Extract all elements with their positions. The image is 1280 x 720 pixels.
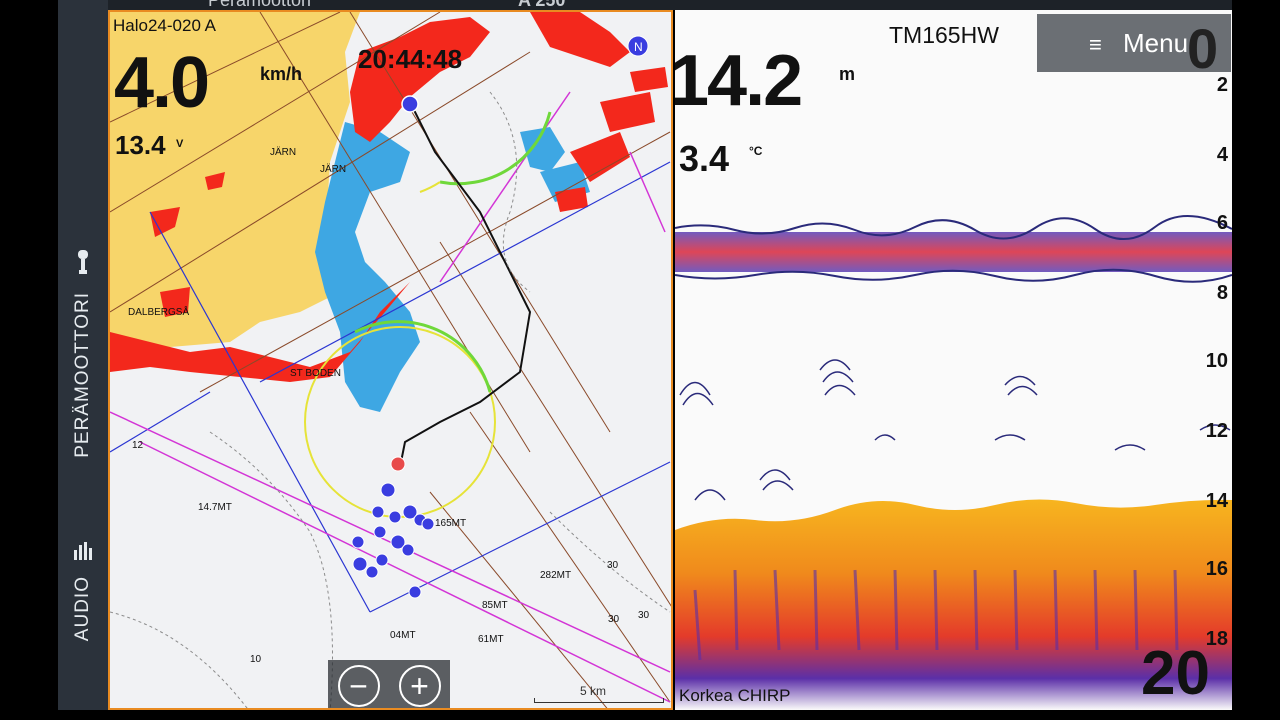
sidebar-item-audio[interactable]: AUDIO	[58, 542, 108, 641]
chart-label: 30	[638, 610, 650, 621]
zoom-in-button[interactable]: +	[398, 665, 441, 707]
depth-unit: m	[839, 64, 856, 84]
depth-scale-label: 6	[1216, 212, 1228, 234]
chart-label: 61MT	[478, 634, 504, 645]
chart-panel[interactable]: N Halo24-020 A 4.0 km/h 20:44:48 13.4 V …	[108, 10, 673, 710]
chart-label: 14.7MT	[198, 502, 232, 513]
sonar-mode-label: Korkea CHIRP	[679, 686, 791, 705]
time-readout: 20:44:48	[358, 44, 463, 74]
chart-label: DALBERGSÅ	[128, 307, 190, 318]
depth-scale-label: 8	[1216, 282, 1228, 304]
sidebar-item-label: AUDIO	[72, 576, 93, 642]
outboard-motor-icon	[75, 250, 91, 282]
panel-extra: A 250	[518, 0, 566, 10]
sidebar-item-outboard[interactable]: PERÄMOOTTORI	[58, 250, 108, 458]
chart-label: 282MT	[540, 570, 572, 581]
temperature-value: 3.4	[679, 138, 730, 179]
temperature-unit: °C	[749, 144, 763, 158]
speed-value: 4.0	[114, 43, 210, 123]
panel-title: Perämoottori	[208, 0, 312, 10]
chart-label: 04MT	[390, 630, 416, 641]
speed-unit: km/h	[260, 64, 303, 84]
chart-label: ST BODEN	[290, 368, 341, 379]
chart-label: 12	[132, 440, 144, 451]
depth-scale-label: 2	[1216, 74, 1228, 96]
chart-label: 30	[607, 560, 619, 571]
chart-label: 165MT	[435, 518, 467, 529]
bottom-black-border	[0, 710, 1280, 720]
sidebar: PERÄMOOTTORI AUDIO	[58, 0, 108, 712]
depth-value: 14.2	[675, 41, 803, 121]
zoom-out-button[interactable]: −	[337, 665, 380, 707]
chart-label: 30	[608, 614, 620, 625]
voltage-unit: V	[176, 138, 184, 150]
depth-scale-label: 16	[1205, 558, 1228, 580]
top-title-strip: Perämoottori A 250	[108, 0, 1232, 10]
sonar-source: TM165HW	[889, 22, 999, 48]
chart-label: 85MT	[482, 600, 508, 611]
scale-bar	[534, 698, 664, 703]
range-top: 0	[1187, 17, 1219, 80]
depth-scale-label: 12	[1205, 420, 1228, 442]
range-bottom: 20	[1141, 639, 1210, 708]
sonar-panel[interactable]: TM165HW 14.2 m 3.4 °C ≡ Menu 0 2 4 6 8 1…	[675, 10, 1232, 710]
scale-label: 5 km	[580, 684, 607, 698]
radar-name: Halo24-020 A	[113, 16, 217, 35]
menu-label: Menu	[1123, 27, 1189, 58]
chart-label: JÄRN	[270, 147, 297, 158]
depth-scale-label: 14	[1205, 490, 1228, 512]
right-black-border	[1232, 0, 1280, 720]
zoom-controls: − +	[328, 660, 450, 708]
depth-scale-label: 4	[1216, 144, 1228, 166]
sidebar-item-label: PERÄMOOTTORI	[72, 292, 93, 458]
chart-label: 10	[250, 654, 262, 665]
chart-label: JÄRN	[320, 164, 347, 175]
audio-bars-icon	[73, 542, 93, 566]
voltage-value: 13.4	[115, 130, 166, 160]
svg-text:N: N	[634, 40, 643, 54]
depth-scale-label: 10	[1205, 350, 1228, 372]
menu-icon: ≡	[1089, 32, 1102, 57]
